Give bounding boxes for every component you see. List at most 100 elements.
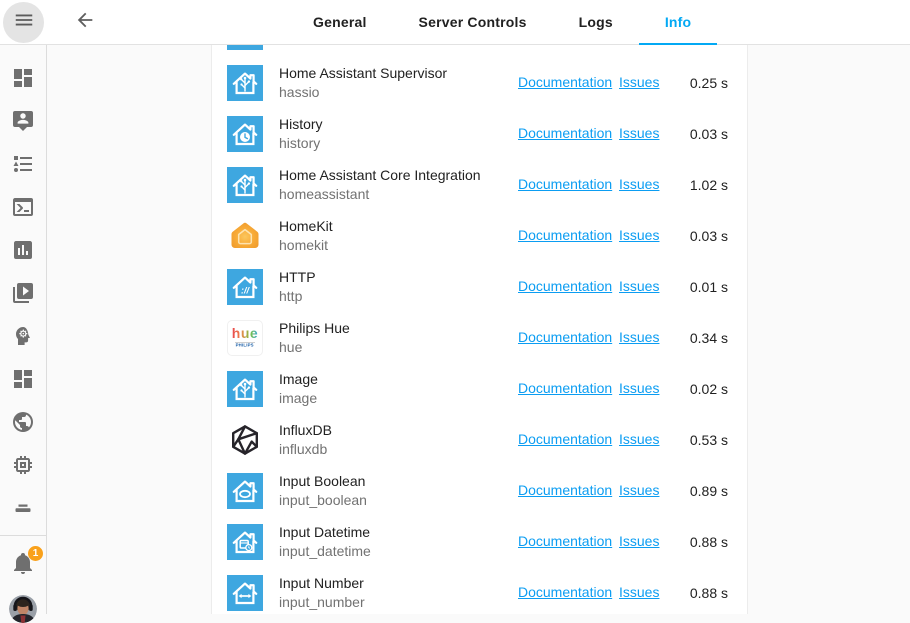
documentation-link[interactable]: Documentation bbox=[518, 125, 612, 141]
earth-icon bbox=[11, 421, 35, 438]
issues-link[interactable]: Issues bbox=[619, 533, 659, 549]
back-arrow-icon bbox=[74, 9, 96, 36]
tab-general[interactable]: General bbox=[287, 0, 393, 45]
documentation-link[interactable]: Documentation bbox=[518, 584, 612, 600]
documentation-link[interactable]: Documentation bbox=[518, 533, 612, 549]
integration-row: Image image Documentation Issues 0.02 s bbox=[212, 363, 747, 414]
partially-scrolled-icon bbox=[227, 45, 263, 50]
integration-name: Home Assistant Supervisor bbox=[279, 64, 518, 82]
head-cog-icon bbox=[11, 335, 35, 352]
documentation-link[interactable]: Documentation bbox=[518, 227, 612, 243]
integration-slug: homeassistant bbox=[279, 185, 518, 203]
setup-time: 0.88 s bbox=[679, 534, 728, 550]
issues-link[interactable]: Issues bbox=[619, 278, 659, 294]
documentation-link[interactable]: Documentation bbox=[518, 482, 612, 498]
documentation-link[interactable]: Documentation bbox=[518, 74, 612, 90]
integration-row: Input Boolean input_boolean Documentatio… bbox=[212, 465, 747, 516]
documentation-link[interactable]: Documentation bbox=[518, 176, 612, 192]
input-boolean-icon bbox=[227, 473, 263, 509]
integration-slug: input_datetime bbox=[279, 542, 518, 560]
integration-slug: http bbox=[279, 287, 518, 305]
issues-link[interactable]: Issues bbox=[619, 584, 659, 600]
tooltip-account-icon bbox=[11, 120, 35, 137]
hue-icon: huePHILIPS bbox=[227, 320, 263, 356]
documentation-link[interactable]: Documentation bbox=[518, 329, 612, 345]
sidebar-item[interactable] bbox=[11, 324, 35, 348]
app-header: GeneralServer ControlsLogsInfo bbox=[0, 0, 910, 45]
documentation-link[interactable]: Documentation bbox=[518, 278, 612, 294]
sidebar-item[interactable] bbox=[11, 496, 35, 520]
documentation-link[interactable]: Documentation bbox=[518, 431, 612, 447]
sidebar-item[interactable] bbox=[11, 66, 35, 90]
notifications-button[interactable]: 1 bbox=[11, 551, 35, 575]
integration-row: InfluxDB influxdb Documentation Issues 0… bbox=[212, 414, 747, 465]
memory-chip-icon bbox=[11, 464, 35, 481]
integration-name: Image bbox=[279, 370, 518, 388]
input-number-icon bbox=[227, 575, 263, 611]
user-avatar[interactable] bbox=[9, 595, 37, 623]
integration-name: Input Boolean bbox=[279, 472, 518, 490]
issues-link[interactable]: Issues bbox=[619, 329, 659, 345]
integrations-card: Home Assistant Supervisor hassio Documen… bbox=[211, 45, 748, 614]
issues-link[interactable]: Issues bbox=[619, 380, 659, 396]
back-button[interactable] bbox=[73, 10, 97, 34]
integration-list: Home Assistant Supervisor hassio Documen… bbox=[212, 57, 747, 618]
integration-row: Home Assistant Supervisor hassio Documen… bbox=[212, 57, 747, 108]
input-datetime-icon bbox=[227, 524, 263, 560]
integration-name: History bbox=[279, 115, 518, 133]
home-assistant-icon bbox=[227, 65, 263, 101]
issues-link[interactable]: Issues bbox=[619, 176, 659, 192]
integration-name: Home Assistant Core Integration bbox=[279, 166, 518, 184]
chart-box-icon bbox=[11, 249, 35, 266]
history-icon bbox=[227, 116, 263, 152]
setup-time: 0.53 s bbox=[679, 432, 728, 448]
http-icon: :// bbox=[227, 269, 263, 305]
sidebar-item[interactable] bbox=[11, 410, 35, 434]
sidebar-item[interactable] bbox=[11, 238, 35, 262]
issues-link[interactable]: Issues bbox=[619, 74, 659, 90]
sidebar-item[interactable] bbox=[11, 367, 35, 391]
integration-row: History history Documentation Issues 0.0… bbox=[212, 108, 747, 159]
sidebar-menu-button[interactable] bbox=[3, 2, 44, 43]
issues-link[interactable]: Issues bbox=[619, 125, 659, 141]
media-play-box-icon bbox=[11, 292, 35, 309]
integration-slug: influxdb bbox=[279, 440, 518, 458]
integration-name: HomeKit bbox=[279, 217, 518, 235]
tab-logs[interactable]: Logs bbox=[553, 0, 639, 45]
sidebar-item[interactable] bbox=[11, 109, 35, 133]
integration-slug: input_number bbox=[279, 593, 518, 611]
issues-link[interactable]: Issues bbox=[619, 482, 659, 498]
tab-server-controls[interactable]: Server Controls bbox=[393, 0, 553, 45]
list-bulleted-icon bbox=[11, 163, 35, 180]
stream-icon bbox=[11, 507, 35, 524]
documentation-link[interactable]: Documentation bbox=[518, 380, 612, 396]
issues-link[interactable]: Issues bbox=[619, 431, 659, 447]
tab-info[interactable]: Info bbox=[639, 0, 717, 45]
integration-row: Input Number input_number Documentation … bbox=[212, 567, 747, 618]
integration-name: Philips Hue bbox=[279, 319, 518, 337]
sidebar-item[interactable] bbox=[11, 195, 35, 219]
integration-slug: hue bbox=[279, 338, 518, 356]
sidebar-item[interactable] bbox=[11, 453, 35, 477]
home-assistant-icon bbox=[227, 371, 263, 407]
setup-time: 0.25 s bbox=[679, 75, 728, 91]
view-dashboard-icon bbox=[11, 378, 35, 395]
sidebar-item[interactable] bbox=[11, 152, 35, 176]
integration-row: :// HTTP http Documentation Issues 0.01 … bbox=[212, 261, 747, 312]
integration-row: Home Assistant Core Integration homeassi… bbox=[212, 159, 747, 210]
integration-name: HTTP bbox=[279, 268, 518, 286]
integration-name: InfluxDB bbox=[279, 421, 518, 439]
integration-slug: history bbox=[279, 134, 518, 152]
integration-row: HomeKit homekit Documentation Issues 0.0… bbox=[212, 210, 747, 261]
notification-badge: 1 bbox=[28, 546, 43, 561]
home-assistant-icon bbox=[227, 167, 263, 203]
sidebar-divider bbox=[0, 535, 47, 536]
view-dashboard-icon bbox=[11, 77, 35, 94]
config-tabs: GeneralServer ControlsLogsInfo bbox=[287, 0, 717, 45]
sidebar-item[interactable] bbox=[11, 281, 35, 305]
menu-icon bbox=[13, 9, 35, 36]
issues-link[interactable]: Issues bbox=[619, 227, 659, 243]
homekit-icon bbox=[227, 218, 263, 254]
setup-time: 0.03 s bbox=[679, 126, 728, 142]
integration-slug: input_boolean bbox=[279, 491, 518, 509]
